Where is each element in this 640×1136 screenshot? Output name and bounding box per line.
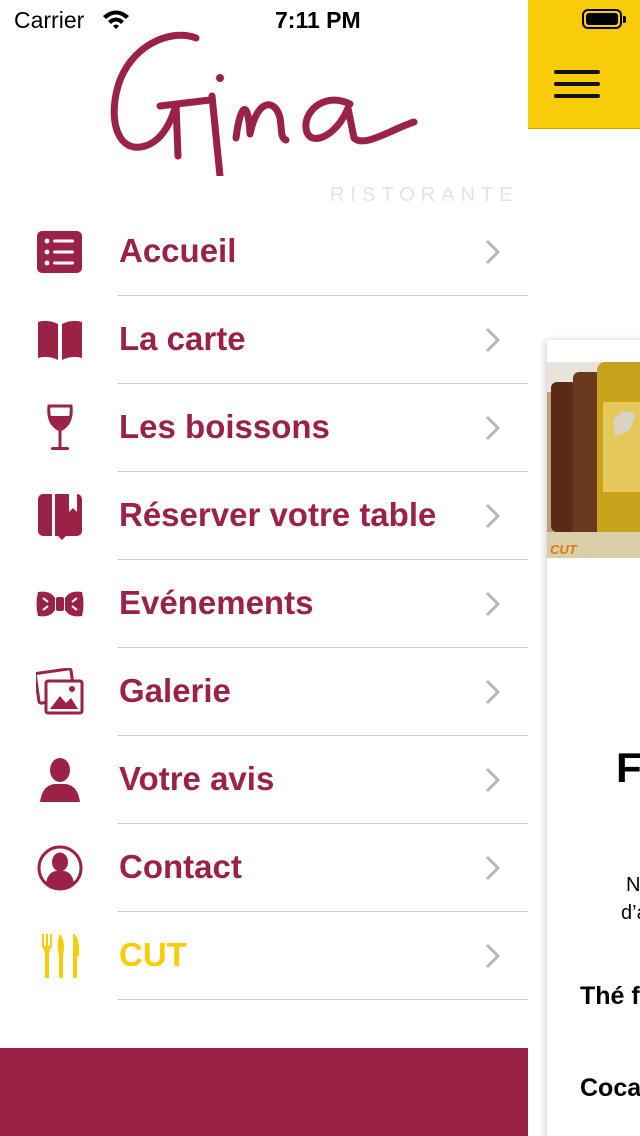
menu-item-reserver[interactable]: Réserver votre table [0,472,528,560]
chevron-right-icon [485,943,501,969]
product-photo: CUT [547,362,640,558]
gina-logo-script [110,31,418,176]
battery-icon [582,9,626,29]
menu-item-label: Evénements [119,584,314,621]
menu-item-evenements[interactable]: Evénements [0,560,528,648]
contact-icon [37,845,83,891]
menu-item-la-carte[interactable]: La carte [0,296,528,384]
side-drawer: Carrier 7:11 PM RISTORANTE Accueil La ca… [0,0,528,1136]
brand-logo: RISTORANTE [100,26,513,206]
menu-item-label: Votre avis [119,760,275,797]
menu-item-label: Contact [119,848,242,885]
menu-item-label: La carte [119,320,246,357]
menu-item-contact[interactable]: Contact [0,824,528,912]
book-icon [38,320,82,360]
hamburger-menu-icon[interactable] [554,68,602,100]
carrier-label: Carrier [14,7,85,33]
chevron-right-icon [485,239,501,265]
gallery-icon [36,668,84,715]
menu-item-label: Les boissons [119,408,330,445]
wine-glass-icon [47,404,73,450]
chevron-right-icon [485,503,501,529]
photo-cut-label: CUT [550,542,578,557]
menu-item-label: Galerie [119,672,231,709]
chevron-right-icon [485,327,501,353]
list-icon [37,231,82,273]
chevron-right-icon [485,679,501,705]
menu-item-accueil[interactable]: Accueil [0,208,528,296]
content-item-2: Coca [580,1074,640,1102]
main-screen: CUT F N d’a Thé f Coca [528,0,640,1136]
booking-icon [38,494,82,540]
drawer-footer-bar [0,1048,528,1136]
brand-subtitle: RISTORANTE [330,184,519,206]
chevron-right-icon [485,415,501,441]
menu-item-label: Accueil [119,232,237,269]
menu-item-label: CUT [119,936,187,973]
cutlery-icon [42,934,80,978]
menu-item-label: Réserver votre table [119,496,437,533]
content-item-1: Thé f [580,982,640,1010]
menu-item-votre-avis[interactable]: Votre avis [0,736,528,824]
content-line-2: d’a [621,902,640,924]
content-title: F [616,744,640,791]
nav-menu: Accueil La carte Les boissons Réserver v… [0,208,528,1000]
person-icon [40,758,80,802]
bow-tie-icon [36,591,84,617]
menu-item-cut[interactable]: CUT [0,912,528,1000]
chevron-right-icon [485,767,501,793]
content-line-1: N [626,874,640,896]
top-bar [528,0,640,129]
chevron-right-icon [485,855,501,881]
menu-item-galerie[interactable]: Galerie [0,648,528,736]
divider [118,999,528,1000]
menu-item-les-boissons[interactable]: Les boissons [0,384,528,472]
chevron-right-icon [485,591,501,617]
